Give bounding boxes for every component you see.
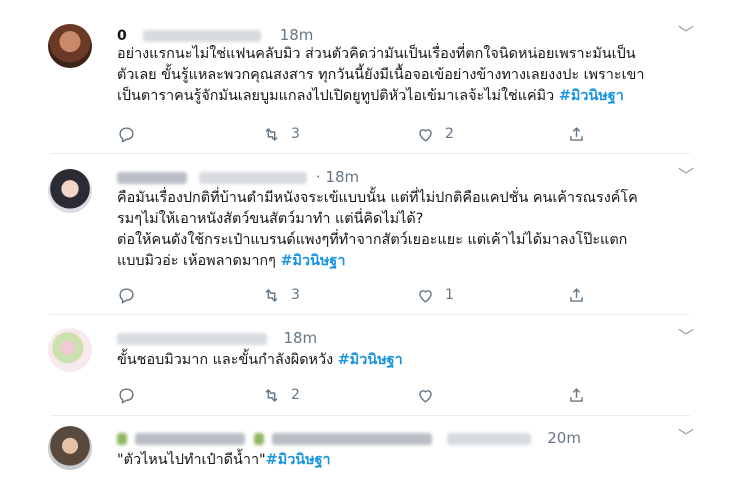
display-name[interactable]: 0 xyxy=(117,28,127,44)
tweet-text: ขั้นชอบมิวมาก และขั้นกำลังผิดหวัง #มิวนิ… xyxy=(117,350,687,371)
tweet-header: · 18m xyxy=(117,168,359,186)
share-icon xyxy=(570,387,583,402)
tweet-header: 0 18m xyxy=(117,26,313,44)
tweet-time[interactable]: 18m xyxy=(283,329,317,347)
blurred-name xyxy=(272,433,433,445)
like-button[interactable]: 1 xyxy=(416,285,454,305)
retweet-icon xyxy=(265,127,278,141)
tweet-text: อย่างแรกนะไม่ใช่แฟนคลับมิว ส่วนตัวคิดว่า… xyxy=(117,44,687,107)
heart-icon xyxy=(419,289,432,303)
retweet-count: 3 xyxy=(291,287,300,303)
tweet-text: "ตัวไหนไปทำเป๋าดีน้ำา"#มิวนิษฐา xyxy=(117,450,687,471)
share-button[interactable] xyxy=(567,285,586,305)
avatar[interactable] xyxy=(48,24,92,68)
retweet-button[interactable]: 3 xyxy=(262,285,300,305)
chevron-down-icon[interactable]: ﹀ xyxy=(678,329,694,345)
avatar[interactable] xyxy=(48,169,92,213)
blurred-handle xyxy=(199,172,308,184)
retweet-icon xyxy=(265,388,278,402)
hashtag-link[interactable]: #มิวนิษฐา xyxy=(280,253,345,269)
tweet-3: 18m ﹀ ขั้นชอบมิวมาก และขั้นกำลังผิดหวัง … xyxy=(0,315,750,413)
reply-icon xyxy=(119,126,134,143)
retweet-icon xyxy=(265,288,278,302)
share-icon xyxy=(570,287,583,302)
tweet-text-content: "ตัวไหนไปทำเป๋าดีน้ำา" xyxy=(117,452,266,468)
hashtag-link[interactable]: #มิวนิษฐา xyxy=(338,352,403,368)
reply-button[interactable] xyxy=(117,385,146,405)
reply-button[interactable] xyxy=(117,124,146,144)
reply-icon xyxy=(119,287,134,304)
retweet-count: 3 xyxy=(291,126,300,142)
tweet-actions: 3 2 xyxy=(117,124,583,144)
share-button[interactable] xyxy=(567,385,586,405)
hashtag-link[interactable]: #มิวนิษฐา xyxy=(266,452,331,468)
tweet-time[interactable]: · 18m xyxy=(316,168,359,186)
blurred-handle xyxy=(117,333,267,345)
hashtag-link[interactable]: #มิวนิษฐา xyxy=(559,88,624,104)
like-count: 1 xyxy=(445,287,454,303)
tweet-actions: 2 xyxy=(117,385,583,405)
blurred-emoji xyxy=(253,433,264,445)
reply-icon xyxy=(119,387,134,404)
avatar[interactable] xyxy=(48,328,92,372)
tweet-text-content: ขั้นชอบมิวมาก และขั้นกำลังผิดหวัง xyxy=(117,352,334,368)
tweet-actions: 3 1 xyxy=(117,285,583,305)
tweet-1: 0 18m ﹀ อย่างแรกนะไม่ใช่แฟนคลับมิว ส่วนต… xyxy=(0,0,750,152)
heart-icon xyxy=(419,389,432,403)
tweet-header: 18m xyxy=(117,329,317,347)
retweet-button[interactable]: 2 xyxy=(262,385,300,405)
like-count: 2 xyxy=(445,126,454,142)
retweet-count: 2 xyxy=(291,387,300,403)
chevron-down-icon[interactable]: ﹀ xyxy=(678,429,694,445)
chevron-down-icon[interactable]: ﹀ xyxy=(678,26,694,42)
blurred-name xyxy=(117,172,187,184)
tweet-2: · 18m ﹀ คือมันเรื่องปกติที่บ้านตำมีหนังจ… xyxy=(0,154,750,312)
blurred-emoji xyxy=(117,433,127,445)
blurred-handle xyxy=(143,30,262,42)
chevron-down-icon[interactable]: ﹀ xyxy=(678,168,694,184)
reply-button[interactable] xyxy=(117,285,146,305)
tweet-text: คือมันเรื่องปกติที่บ้านตำมีหนังจระเข้แบบ… xyxy=(117,188,687,272)
tweet-time[interactable]: 18m xyxy=(280,26,314,44)
tweet-header: 20m xyxy=(117,429,581,447)
share-button[interactable] xyxy=(567,124,586,144)
retweet-button[interactable]: 3 xyxy=(262,124,300,144)
blurred-name xyxy=(135,433,246,445)
tweet-text-content: คือมันเรื่องปกติที่บ้านตำมีหนังจระเข้แบบ… xyxy=(117,190,638,269)
tweet-4: 20m ﹀ "ตัวไหนไปทำเป๋าดีน้ำา"#มิวนิษฐา xyxy=(0,416,750,493)
blurred-handle xyxy=(446,433,531,445)
like-button[interactable]: 2 xyxy=(416,124,454,144)
share-icon xyxy=(570,126,583,141)
like-button[interactable] xyxy=(416,385,445,405)
heart-icon xyxy=(419,128,432,142)
avatar[interactable] xyxy=(48,426,92,470)
tweet-time[interactable]: 20m xyxy=(547,429,581,447)
